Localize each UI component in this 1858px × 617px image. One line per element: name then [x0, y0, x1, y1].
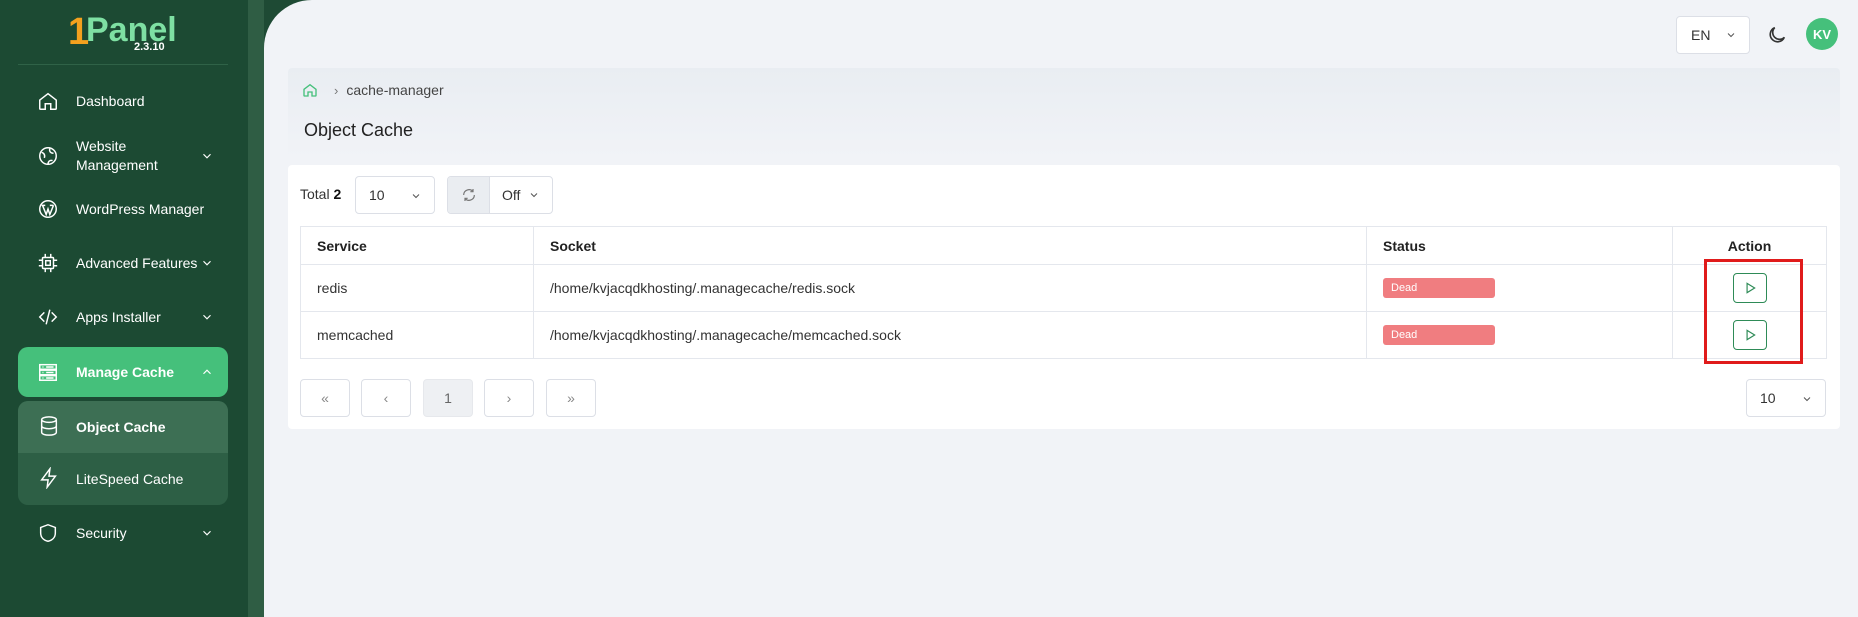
home-icon[interactable]: [302, 82, 318, 98]
pagination-size-select[interactable]: 10: [1746, 379, 1826, 417]
column-header-socket: Socket: [533, 226, 1367, 265]
sidebar-edge: [248, 0, 264, 617]
status-cell: Dead: [1366, 311, 1673, 359]
code-icon: [36, 305, 60, 329]
language-value: EN: [1691, 27, 1711, 43]
app-logo[interactable]: 1 Panel 2.3.10: [68, 10, 178, 56]
action-highlight-box: [1704, 259, 1803, 364]
sidebar-item-litespeed-cache[interactable]: LiteSpeed Cache: [18, 453, 228, 505]
table-row: memcached /home/kvjacqdkhosting/.managec…: [300, 311, 1827, 359]
sidebar-divider: [18, 64, 228, 65]
shield-icon: [36, 521, 60, 545]
chevron-down-icon: [203, 314, 211, 320]
language-select[interactable]: EN: [1676, 16, 1750, 54]
refresh-interval-select[interactable]: Off: [490, 177, 552, 213]
breadcrumb-separator-icon: ›: [334, 82, 339, 98]
breadcrumb-current: cache-manager: [346, 82, 444, 98]
socket-cell: /home/kvjacqdkhosting/.managecache/redis…: [533, 264, 1367, 312]
pagination-size-value: 10: [1760, 390, 1776, 406]
database-icon: [38, 415, 62, 439]
sidebar-item-label: Advanced Features: [76, 254, 198, 271]
column-header-service: Service: [300, 226, 534, 265]
manage-cache-submenu: Object Cache LiteSpeed Cache: [18, 401, 228, 505]
page-size-value: 10: [369, 187, 385, 203]
sidebar-item-wordpress-manager[interactable]: WordPress Manager: [18, 189, 228, 229]
total-value: 2: [333, 186, 342, 202]
chevron-down-icon: [203, 530, 211, 536]
sidebar-item-website-management[interactable]: Website Management: [18, 134, 228, 178]
table-row: redis /home/kvjacqdkhosting/.managecache…: [300, 264, 1827, 312]
sidebar-item-apps-installer[interactable]: Apps Installer: [18, 297, 228, 337]
socket-cell: /home/kvjacqdkhosting/.managecache/memca…: [533, 311, 1367, 359]
refresh-icon: [462, 189, 475, 201]
status-cell: Dead: [1366, 264, 1673, 312]
sidebar-item-label: Website Management: [76, 138, 158, 173]
status-badge: Dead: [1383, 278, 1495, 298]
chevron-down-icon: [530, 193, 538, 198]
service-cell: memcached: [300, 311, 534, 359]
service-cell: redis: [300, 264, 534, 312]
chevron-down-icon: [203, 153, 211, 159]
sidebar-subitem-label: LiteSpeed Cache: [76, 471, 184, 487]
server-list-icon: [36, 360, 60, 384]
refresh-button[interactable]: [448, 177, 490, 213]
sidebar-item-advanced-features[interactable]: Advanced Features: [18, 241, 228, 285]
lightning-icon: [38, 466, 62, 491]
home-icon: [36, 89, 60, 113]
page-header-band: [288, 68, 1840, 158]
sidebar-item-manage-cache[interactable]: Manage Cache: [18, 347, 228, 397]
table-header-row: Service Socket Status Action: [300, 226, 1827, 265]
wordpress-icon: [36, 197, 60, 221]
sidebar-item-label: Dashboard: [76, 92, 145, 109]
page-title: Object Cache: [304, 120, 414, 140]
column-header-status: Status: [1366, 226, 1673, 265]
first-page-button[interactable]: «: [300, 379, 350, 417]
prev-page-button[interactable]: ‹: [361, 379, 411, 417]
page-size-select[interactable]: 10: [355, 176, 435, 214]
chevron-down-icon: [1727, 33, 1735, 38]
breadcrumb: › cache-manager: [302, 82, 444, 98]
page-number-button[interactable]: 1: [423, 379, 473, 417]
globe-icon: [36, 144, 60, 168]
chevron-down-icon: [1803, 397, 1811, 402]
refresh-interval-value: Off: [502, 187, 521, 203]
chevron-down-icon: [203, 260, 211, 266]
sidebar-item-label: Manage Cache: [76, 363, 175, 380]
avatar[interactable]: KV: [1806, 18, 1838, 50]
sidebar-item-security[interactable]: Security: [18, 513, 228, 553]
chip-icon: [36, 251, 60, 275]
app-version: 2.3.10: [134, 41, 165, 53]
sidebar-item-label: WordPress Manager: [76, 200, 205, 217]
auto-refresh-control: Off: [447, 176, 553, 214]
moon-icon[interactable]: [1766, 24, 1788, 46]
last-page-button[interactable]: »: [546, 379, 596, 417]
sidebar-item-dashboard[interactable]: Dashboard: [18, 80, 228, 122]
sidebar: 1 Panel 2.3.10 Dashboard Website Managem…: [0, 0, 248, 617]
chevron-down-icon: [412, 194, 420, 199]
chevron-up-icon: [203, 369, 211, 375]
sidebar-item-object-cache[interactable]: Object Cache: [18, 401, 228, 453]
sidebar-subitem-label: Object Cache: [76, 419, 166, 435]
next-page-button[interactable]: ›: [484, 379, 534, 417]
sidebar-item-label: Apps Installer: [76, 308, 161, 325]
total-count: Total 2: [300, 186, 341, 202]
total-label: Total: [300, 186, 330, 202]
status-badge: Dead: [1383, 325, 1495, 345]
cache-services-table: Service Socket Status Action redis /home…: [300, 226, 1827, 359]
sidebar-item-label: Security: [76, 524, 127, 541]
